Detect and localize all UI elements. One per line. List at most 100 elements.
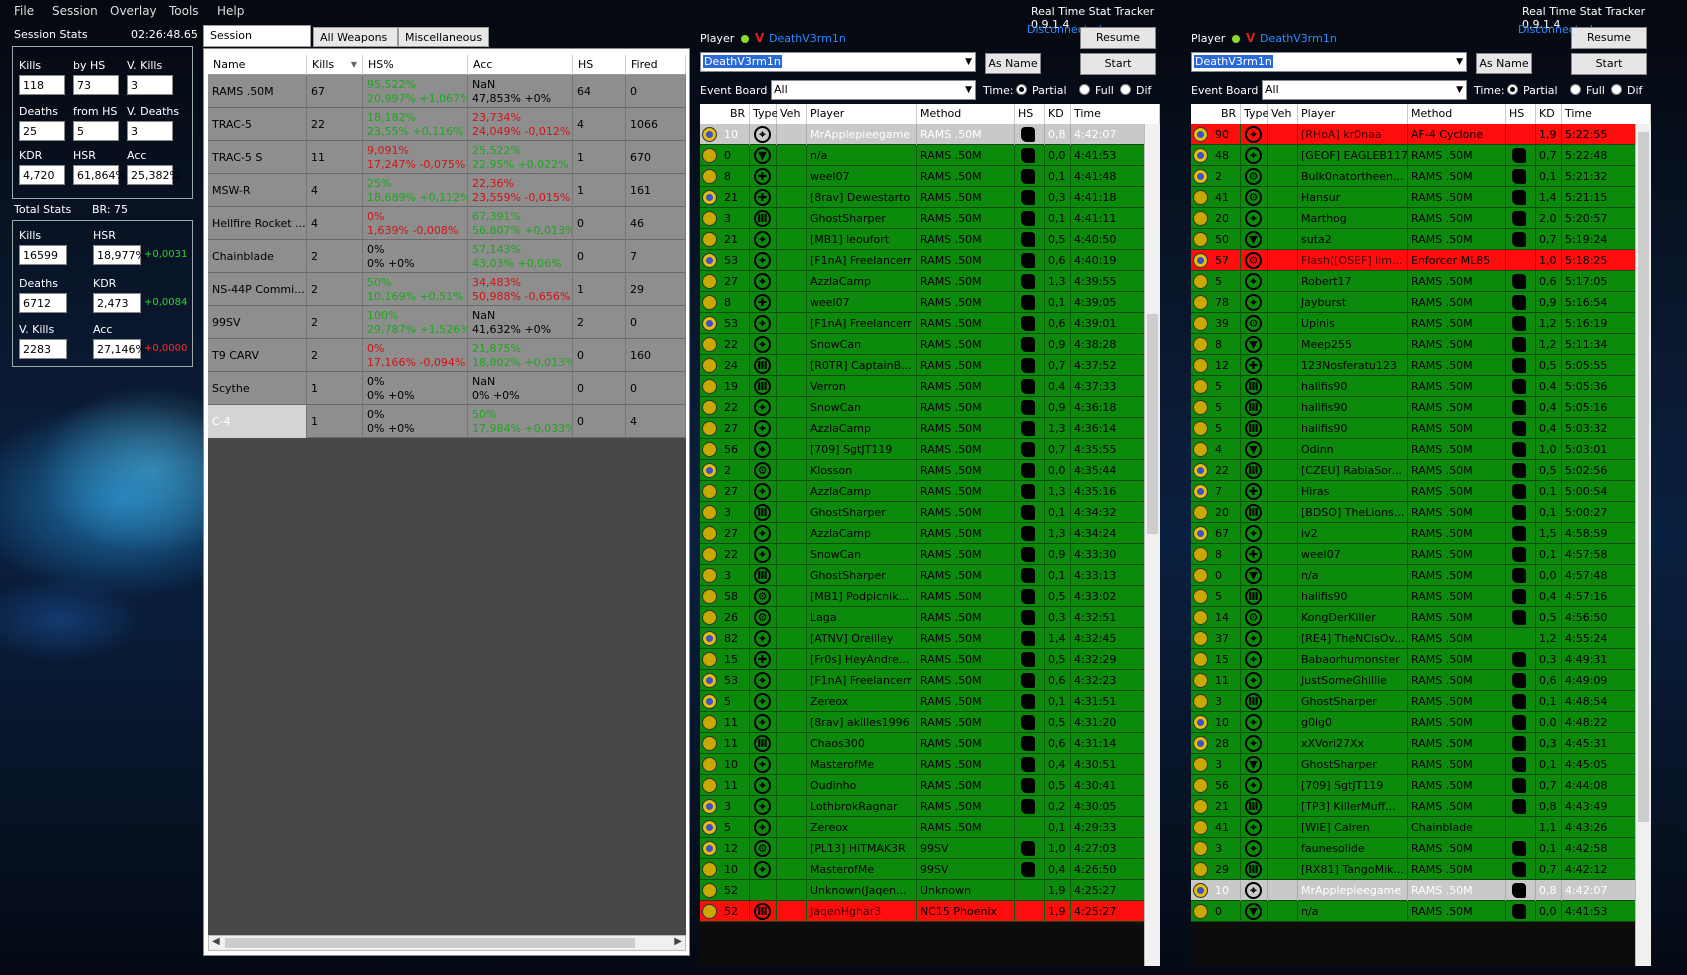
event-row[interactable]: 56 ⌖ [709] SgtJT119 RAMS .50M 0,7 4:44:08 [1191, 775, 1651, 796]
radio-partial[interactable] [1507, 84, 1518, 95]
weapon-row[interactable]: 99SV 2 100% 29,787% +1,526% NaN 41,632% +0% 2 0 [208, 306, 686, 339]
col-header-br[interactable]: BR [1191, 104, 1241, 124]
event-row[interactable]: 0 ▼ n/a RAMS .50M 0,0 4:57:48 [1191, 565, 1651, 586]
col-header-time[interactable]: Time [1562, 104, 1651, 124]
weapon-row[interactable]: T9 CARV 2 0% 17,166% -0,094% 21,875% 18,802% … [208, 339, 686, 372]
event-row[interactable]: 10 ⌖ MrApplepieegame RAMS .50M 0,8 4:42:07 [700, 124, 1160, 145]
radio-dif[interactable] [1120, 84, 1131, 95]
event-row[interactable]: 3 ⌖ faunesolide RAMS .50M 0,1 4:42:58 [1191, 838, 1651, 859]
col-header-type[interactable]: Type [750, 104, 778, 124]
event-row[interactable]: 8 ✚ weel07 RAMS .50M 0,1 4:57:58 [1191, 544, 1651, 565]
weapon-row[interactable]: MSW-R 4 25% 18,689% +0,112% 22,36% 23,559% -0… [208, 174, 686, 207]
event-row[interactable]: 58 ⚙ [MB1] Podpicnik... RAMS .50M 0,5 4:33:02 [700, 586, 1160, 607]
weapon-row[interactable]: Scythe 1 0% 0% +0% NaN 0% +0% 0 0 [208, 372, 686, 405]
event-row[interactable]: 56 ⌖ [709] SgtJT119 RAMS .50M 0,7 4:35:55 [700, 439, 1160, 460]
event-row[interactable]: 22 ⌖ SnowCan RAMS .50M 0,9 4:38:28 [700, 334, 1160, 355]
start-button[interactable]: Start [1080, 53, 1156, 75]
event-row[interactable]: 12 ⚙ [PL13] HiTMAK3R 99SV 1,0 4:27:03 [700, 838, 1160, 859]
chevron-down-icon[interactable]: ▼ [1456, 53, 1463, 71]
event-row[interactable]: 3 Ⅲ GhostSharper RAMS .50M 0,1 4:48:54 [1191, 691, 1651, 712]
event-row[interactable]: 5 Ⅲhalifis90 RAMS .50M 0,4 5:05:36 [1191, 376, 1651, 397]
col-header-hs[interactable]: HS [1506, 104, 1536, 124]
col-header-time[interactable]: Time [1071, 104, 1160, 124]
event-row[interactable]: 22 ⌖ SnowCan RAMS .50M 0,9 4:33:30 [700, 544, 1160, 565]
event-row[interactable]: 20 ⌖ Marthog RAMS .50M 2,0 5:20:57 [1191, 208, 1651, 229]
resume-button[interactable]: Resume [1080, 27, 1156, 49]
menu-tools[interactable]: Tools [169, 4, 199, 18]
event-row[interactable]: 90 ⌖ [RHoA] kr0naa AF-4 Cyclone 1,9 5:22:55 [1191, 124, 1651, 145]
col-header-player[interactable]: Player [807, 104, 917, 124]
col-header-veh[interactable]: Veh [1268, 104, 1298, 124]
horizontal-scrollbar[interactable]: ◀ ▶ [208, 935, 686, 951]
radio-full[interactable] [1079, 84, 1090, 95]
event-row[interactable]: 21 ⌖ [MB1] leoufort RAMS .50M 0,5 4:40:50 [700, 229, 1160, 250]
event-row[interactable]: 5 Ⅲhalifis90 RAMS .50M 0,4 5:05:16 [1191, 397, 1651, 418]
event-row[interactable]: 24 Ⅲ [R0TR] CaptainB... RAMS .50M 0,7 4:37:52 [700, 355, 1160, 376]
event-row[interactable]: 52 Ⅲ JaqenHghar3 NC15 Phoenix 1,9 4:25:27 [700, 901, 1160, 922]
col-header-acc[interactable]: Acc [468, 55, 573, 75]
event-row[interactable]: 52 Unknown(Jaqen... Unknown 1,9 4:25:27 [700, 880, 1160, 901]
event-row[interactable]: 10 ⌖ g0lg0 RAMS .50M 0,0 4:48:22 [1191, 712, 1651, 733]
event-row[interactable]: 37 ⌖ [RE4] TheNCisOv... RAMS .50M 1,2 4:55:24 [1191, 628, 1651, 649]
event-row[interactable]: 27 ⌖ AzzlaCamp RAMS .50M 1,3 4:39:55 [700, 271, 1160, 292]
vertical-scrollbar[interactable] [1635, 124, 1651, 966]
event-row[interactable]: 2 ⚙ Bulk0natortheen... RAMS .50M 0,1 5:21:32 [1191, 166, 1651, 187]
event-row[interactable]: 20 Ⅲ [BDSO] TheLions... RAMS .50M 0,1 5:00:27 [1191, 502, 1651, 523]
col-header-fired[interactable]: Fired [626, 55, 686, 75]
event-row[interactable]: 5 Ⅲhalifis90 RAMS .50M 0,4 5:03:32 [1191, 418, 1651, 439]
vertical-scroll-thumb[interactable] [1147, 314, 1158, 534]
weapon-row[interactable]: NS-44P Commi... 2 50% 10,169% +0,51% 34,483%… [208, 273, 686, 306]
horizontal-scroll-thumb[interactable] [225, 938, 635, 948]
event-row[interactable]: 19 Ⅲ Verron RAMS .50M 0,4 4:37:33 [700, 376, 1160, 397]
chevron-down-icon[interactable]: ▼ [965, 53, 972, 71]
start-button[interactable]: Start [1571, 53, 1647, 75]
col-header-kd[interactable]: KD [1045, 104, 1071, 124]
event-row[interactable]: 53 ⌖ [F1nA] Freelancerr RAMS .50M 0,6 4:32:23 [700, 670, 1160, 691]
col-header-method[interactable]: Method [917, 104, 1015, 124]
tab-miscellaneous[interactable]: Miscellaneous [398, 27, 489, 47]
col-header-hs[interactable]: HS [573, 55, 626, 75]
event-row[interactable]: 3 Ⅲ GhostSharper RAMS .50M 0,1 4:33:13 [700, 565, 1160, 586]
weapon-row[interactable]: C-4 1 0% 0% +0% 50% 17,984% +0,033% 0 4 [208, 405, 686, 438]
event-row[interactable]: 78 ⌖ Jayburst RAMS .50M 0,9 5:16:54 [1191, 292, 1651, 313]
event-row[interactable]: 41 ⌖ [WIE] Calren Chainblade 1,1 4:43:26 [1191, 817, 1651, 838]
event-row[interactable]: 11 ⌖ JustSomeGhillie RAMS .50M 0,6 4:49:09 [1191, 670, 1651, 691]
event-row[interactable]: 8 ✚ weel07 RAMS .50M 0,1 4:41:48 [700, 166, 1160, 187]
weapon-row[interactable]: Chainblade 2 0% 0% +0% 57,143% 43,03% +0,06% 0… [208, 240, 686, 273]
as-name-button[interactable]: As Name [985, 53, 1041, 74]
event-row[interactable]: 11 ⌖ Oudinho RAMS .50M 0,5 4:30:41 [700, 775, 1160, 796]
event-row[interactable]: 10 ⌖ MasterofMe RAMS .50M 0,4 4:30:51 [700, 754, 1160, 775]
weapon-row[interactable]: Hellfire Rocket ... 4 0% 1,639% -0,008% 67,3… [208, 207, 686, 240]
col-header-method[interactable]: Method [1408, 104, 1506, 124]
event-row[interactable]: 21 ✚ [8rav] Dewestarto RAMS .50M 0,3 4:41:18 [700, 187, 1160, 208]
col-header-kd[interactable]: KD [1536, 104, 1562, 124]
weapon-row[interactable]: TRAC-5 22 18,182% 23,55% +0,116% 23,734% 24,0… [208, 108, 686, 141]
event-row[interactable]: 10 ⌖ MrApplepieegame RAMS .50M 0,8 4:42:07 [1191, 880, 1651, 901]
event-row[interactable]: 28 ⌖ xXVori27Xx RAMS .50M 0,3 4:45:31 [1191, 733, 1651, 754]
col-header-player[interactable]: Player [1298, 104, 1408, 124]
event-row[interactable]: 82 ⌖ [ATNV] Oreilley RAMS .50M 1,4 4:32:45 [700, 628, 1160, 649]
event-row[interactable]: 39 ⚙ Upinis RAMS .50M 1,2 5:16:19 [1191, 313, 1651, 334]
scroll-left-icon[interactable]: ◀ [212, 936, 220, 947]
as-name-button[interactable]: As Name [1476, 53, 1532, 74]
event-row[interactable]: 2 ⚙ Klosson RAMS .50M 0,0 4:35:44 [700, 460, 1160, 481]
event-row[interactable]: 5 ⌖ Robert17 RAMS .50M 0,6 5:17:05 [1191, 271, 1651, 292]
event-row[interactable]: 3 ▼ GhostSharper RAMS .50M 0,1 4:45:05 [1191, 754, 1651, 775]
col-header-hs-percent[interactable]: HS% [363, 55, 468, 75]
chevron-down-icon[interactable]: ▼ [1456, 81, 1463, 99]
event-row[interactable]: 8 ✚ weel07 RAMS .50M 0,1 4:39:05 [700, 292, 1160, 313]
event-row[interactable]: 3 ⌖ LothbrokRagnar RAMS .50M 0,2 4:30:05 [700, 796, 1160, 817]
event-row[interactable]: 22 ⌖ SnowCan RAMS .50M 0,9 4:36:18 [700, 397, 1160, 418]
event-row[interactable]: 53 ⌖ [F1nA] Freelancerr RAMS .50M 0,6 4:40:19 [700, 250, 1160, 271]
event-row[interactable]: 50 ▼ suta2 RAMS .50M 0,7 5:19:24 [1191, 229, 1651, 250]
menu-session[interactable]: Session [52, 4, 98, 18]
event-row[interactable]: 67 ⌖ iv2 RAMS .50M 1,5 4:58:59 [1191, 523, 1651, 544]
event-row[interactable]: 10 ⌖ MasterofMe 99SV 0,4 4:26:50 [700, 859, 1160, 880]
scroll-right-icon[interactable]: ▶ [674, 936, 682, 947]
event-row[interactable]: 5 ⌖ Zereox RAMS .50M 0,1 4:29:33 [700, 817, 1160, 838]
radio-full[interactable] [1570, 84, 1581, 95]
weapon-row[interactable]: TRAC-5 S 11 9,091% 17,247% -0,075% 25,522% 22… [208, 141, 686, 174]
col-header-veh[interactable]: Veh [777, 104, 807, 124]
radio-partial[interactable] [1016, 84, 1027, 95]
event-row[interactable]: 27 ⌖ AzzlaCamp RAMS .50M 1,3 4:36:14 [700, 418, 1160, 439]
